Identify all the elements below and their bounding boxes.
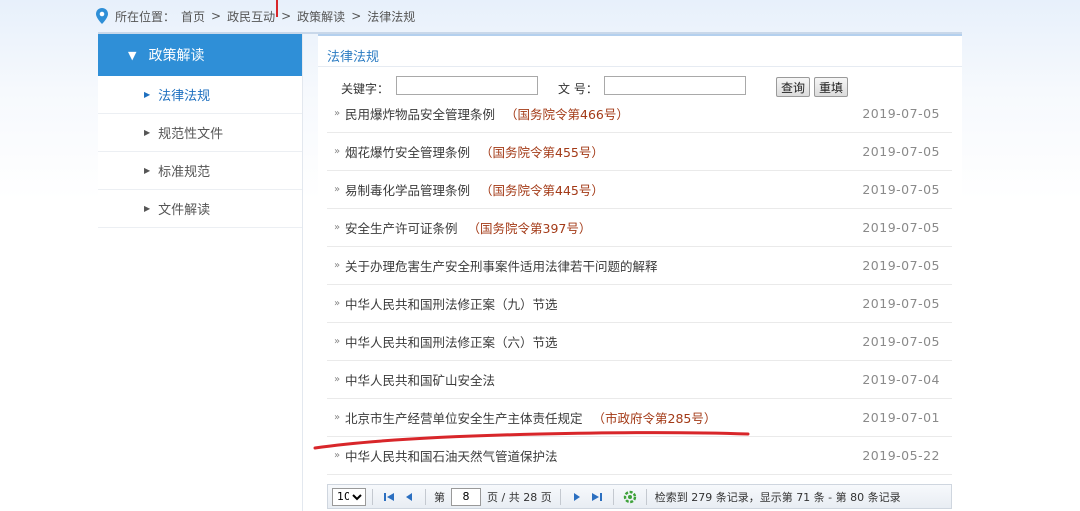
reset-button[interactable]: 重填 — [814, 77, 849, 97]
current-page-input[interactable] — [451, 487, 481, 506]
list-item[interactable]: » 烟花爆竹安全管理条例 （国务院令第455号） 2019-07-05 — [327, 133, 952, 171]
breadcrumb-separator: > — [351, 9, 362, 23]
item-order-number: （国务院令第455号） — [480, 145, 604, 160]
annotation-underline-mark — [313, 431, 750, 450]
location-pin-icon — [96, 8, 108, 24]
sidebar-item-label: 规范性文件 — [158, 127, 224, 142]
sidebar-item-standards[interactable]: ▶ 标准规范 — [98, 152, 302, 190]
item-date: 2019-05-22 — [862, 448, 940, 463]
breadcrumb-item-home[interactable]: 首页 — [181, 8, 205, 25]
item-order-number: （国务院令第466号） — [505, 107, 629, 122]
breadcrumb-item-policy[interactable]: 政策解读 — [297, 8, 345, 25]
list-item[interactable]: » 中华人民共和国矿山安全法 2019-07-04 — [327, 361, 952, 399]
sidebar-header[interactable]: ▼ 政策解读 — [98, 34, 302, 76]
record-summary: 检索到 279 条记录，显示第 71 条 - 第 80 条记录 — [654, 490, 901, 504]
bullet-icon: » — [333, 412, 341, 423]
bullet-icon: » — [333, 260, 341, 271]
query-button[interactable]: 查询 — [776, 77, 811, 97]
title-divider — [318, 66, 962, 67]
pager-divider — [372, 488, 373, 505]
list-item[interactable]: » 中华人民共和国刑法修正案（九）节选 2019-07-05 — [327, 285, 952, 323]
item-order-number: （国务院令第445号） — [480, 183, 604, 198]
item-title[interactable]: 烟花爆竹安全管理条例 — [345, 142, 470, 161]
first-page-icon[interactable] — [382, 490, 396, 504]
item-date: 2019-07-05 — [862, 144, 940, 159]
bullet-icon: » — [333, 184, 341, 195]
item-title[interactable]: 中华人民共和国刑法修正案（六）节选 — [345, 332, 558, 351]
pager-divider — [645, 488, 647, 505]
breadcrumb-separator: > — [281, 9, 292, 23]
item-date: 2019-07-01 — [862, 410, 940, 425]
bullet-icon: » — [333, 222, 341, 233]
bullet-icon: » — [333, 336, 341, 347]
item-title[interactable]: 民用爆炸物品安全管理条例 — [345, 104, 495, 123]
bullet-icon: » — [333, 146, 341, 157]
law-list: » 民用爆炸物品安全管理条例 （国务院令第466号） 2019-07-05 » … — [327, 95, 952, 475]
sidebar-header-label: 政策解读 — [148, 48, 205, 64]
list-item[interactable]: » 民用爆炸物品安全管理条例 （国务院令第466号） 2019-07-05 — [327, 95, 952, 133]
bullet-icon: ▶ — [144, 166, 151, 175]
list-item[interactable]: » 安全生产许可证条例 （国务院令第397号） 2019-07-05 — [327, 209, 952, 247]
item-order-number: （市政府令第285号） — [592, 411, 717, 426]
page-size-select[interactable]: 10 — [332, 487, 366, 506]
item-date: 2019-07-05 — [862, 258, 940, 273]
breadcrumb-prefix: 所在位置： — [115, 9, 176, 24]
item-title[interactable]: 关于办理危害生产安全刑事案件适用法律若干问题的解释 — [345, 256, 658, 275]
keyword-input[interactable] — [396, 76, 538, 95]
page-label-before: 第 — [434, 490, 445, 504]
pager-divider — [612, 488, 614, 505]
bullet-icon: » — [333, 374, 341, 385]
item-date: 2019-07-04 — [862, 372, 940, 387]
item-date: 2019-07-05 — [862, 334, 940, 349]
bullet-icon: » — [333, 298, 341, 309]
pager-divider — [425, 488, 426, 505]
sidebar-item-label: 法律法规 — [158, 89, 211, 104]
item-order-number: （国务院令第397号） — [467, 221, 592, 236]
sidebar-item-interpretation[interactable]: ▶ 文件解读 — [98, 190, 302, 228]
item-date: 2019-07-05 — [862, 106, 940, 121]
docno-input[interactable] — [604, 76, 746, 95]
item-title[interactable]: 中华人民共和国刑法修正案（九）节选 — [345, 294, 558, 313]
page-label-after: 页 / 共 28 页 — [487, 490, 552, 504]
breadcrumb-item-interaction[interactable]: 政民互动 — [227, 8, 275, 25]
triangle-down-icon: ▼ — [128, 48, 137, 62]
list-item[interactable]: » 中华人民共和国刑法修正案（六）节选 2019-07-05 — [327, 323, 952, 361]
list-item[interactable]: » 易制毒化学品管理条例 （国务院令第445号） 2019-07-05 — [327, 171, 952, 209]
list-item[interactable]: » 关于办理危害生产安全刑事案件适用法律若干问题的解释 2019-07-05 — [327, 247, 952, 285]
pagination-bar: 10 第 页 / 共 28 页 检索到 279 条记录，显示第 71 条 - 第… — [327, 484, 952, 509]
refresh-icon[interactable] — [623, 490, 637, 504]
page-title: 法律法规 — [327, 50, 380, 65]
sidebar-item-normative-docs[interactable]: ▶ 规范性文件 — [98, 114, 302, 152]
prev-page-icon[interactable] — [402, 490, 416, 504]
item-date: 2019-07-05 — [862, 220, 940, 235]
item-title[interactable]: 安全生产许可证条例 — [345, 218, 458, 237]
pager-divider — [559, 488, 561, 505]
item-date: 2019-07-05 — [862, 182, 940, 197]
bullet-icon: » — [333, 108, 341, 119]
bullet-icon: ▶ — [144, 90, 151, 99]
sidebar-item-label: 标准规范 — [158, 165, 211, 180]
sidebar: ▼ 政策解读 ▶ 法律法规 ▶ 规范性文件 ▶ 标准规范 ▶ 文件解读 — [98, 34, 303, 511]
sidebar-item-laws[interactable]: ▶ 法律法规 — [98, 76, 302, 114]
breadcrumb-separator: > — [211, 9, 222, 23]
sidebar-item-label: 文件解读 — [158, 203, 211, 218]
next-page-icon[interactable] — [570, 490, 584, 504]
breadcrumb: 所在位置： 首页 > 政民互动 > 政策解读 > 法律法规 — [95, 6, 415, 26]
item-date: 2019-07-05 — [862, 296, 940, 311]
item-title[interactable]: 中华人民共和国矿山安全法 — [345, 370, 495, 389]
bullet-icon: ▶ — [144, 128, 151, 137]
breadcrumb-item-laws[interactable]: 法律法规 — [367, 8, 415, 25]
bullet-icon: ▶ — [144, 204, 151, 213]
last-page-icon[interactable] — [590, 490, 604, 504]
item-title[interactable]: 北京市生产经营单位安全生产主体责任规定 — [345, 408, 583, 427]
item-title[interactable]: 易制毒化学品管理条例 — [345, 180, 470, 199]
